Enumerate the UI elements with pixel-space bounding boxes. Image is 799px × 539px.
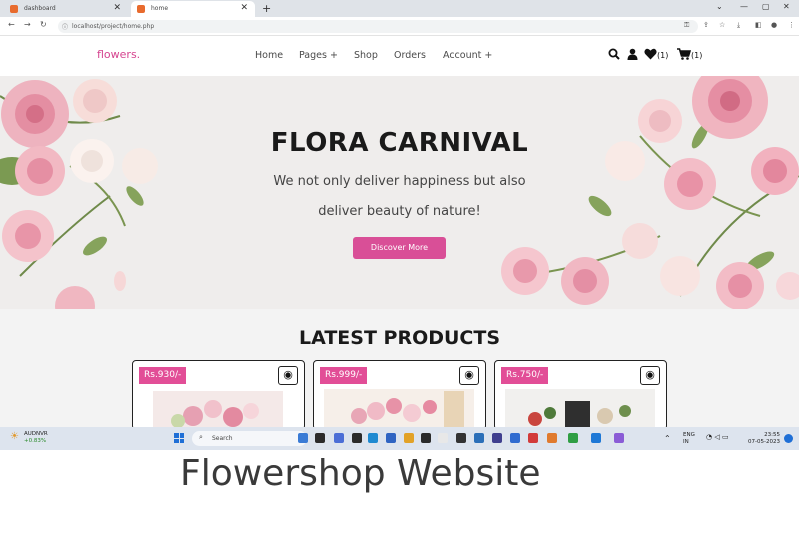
taskbar-app-icon[interactable] bbox=[614, 433, 624, 443]
tab-search-icon[interactable]: ⌄ bbox=[716, 2, 723, 11]
wishlist-count: (1) bbox=[657, 51, 669, 60]
nav-account[interactable]: Account + bbox=[443, 50, 492, 61]
clock-time: 23:55 bbox=[764, 432, 780, 438]
caption-text: Flowershop Website bbox=[180, 453, 541, 494]
browser-tab-bar: dashboard ✕ home ✕ + ⌄ — ▢ ✕ bbox=[0, 0, 799, 17]
share-icon[interactable]: ⇪ bbox=[703, 21, 709, 29]
dropbox-icon[interactable] bbox=[456, 433, 466, 443]
search-icon[interactable] bbox=[608, 48, 620, 63]
close-window-icon[interactable]: ✕ bbox=[783, 2, 790, 11]
maximize-icon[interactable]: ▢ bbox=[762, 2, 770, 11]
search-placeholder: Search bbox=[212, 435, 233, 442]
close-tab-icon[interactable]: ✕ bbox=[240, 3, 248, 13]
latest-products-section: LATEST PRODUCTS Rs.930/- ◉ Rs.999/- ◉ Rs… bbox=[0, 309, 799, 430]
hero-title: FLORA CARNIVAL bbox=[270, 128, 529, 158]
taskbar: ☀ AUDNVR +0.83% ⌕ Search ⌃ ENG IN ◔ ◁ ▭ … bbox=[0, 427, 799, 450]
user-icon[interactable] bbox=[627, 48, 638, 63]
tray-chevron-icon[interactable]: ⌃ bbox=[664, 435, 671, 443]
sidebar-icon[interactable]: ◧ bbox=[755, 21, 762, 29]
taskbar-app-icon[interactable] bbox=[298, 433, 308, 443]
clock[interactable]: 23:55 07-05-2023 bbox=[748, 432, 780, 446]
site-logo[interactable]: flowers. bbox=[97, 48, 140, 61]
nav-shop[interactable]: Shop bbox=[354, 50, 378, 61]
search-icon: ⌕ bbox=[199, 433, 203, 441]
tab-label: home bbox=[151, 5, 169, 12]
hero-subtitle-line-2: deliver beauty of nature! bbox=[318, 204, 481, 219]
widgets-icon[interactable] bbox=[352, 433, 362, 443]
close-tab-icon[interactable]: ✕ bbox=[113, 3, 121, 13]
tab-dashboard[interactable]: dashboard ✕ bbox=[4, 1, 128, 17]
back-icon[interactable]: ← bbox=[8, 20, 15, 29]
nav-pages[interactable]: Pages + bbox=[299, 50, 338, 61]
site-header: flowers. Home Pages + Shop Orders Accoun… bbox=[0, 36, 799, 76]
discover-more-button[interactable]: Discover More bbox=[353, 237, 446, 259]
taskbar-app-icon[interactable] bbox=[474, 433, 484, 443]
taskbar-app-icon[interactable] bbox=[528, 433, 538, 443]
product-card[interactable]: Rs.999/- ◉ bbox=[313, 360, 486, 430]
nav-home[interactable]: Home bbox=[255, 50, 283, 61]
edge-icon[interactable] bbox=[368, 433, 378, 443]
notification-icon[interactable] bbox=[784, 434, 793, 443]
taskbar-app-icon[interactable] bbox=[438, 433, 448, 443]
product-card[interactable]: Rs.750/- ◉ bbox=[494, 360, 667, 430]
chrome-icon[interactable] bbox=[568, 433, 578, 443]
hero-subtitle-line-1: We not only deliver happiness but also bbox=[273, 174, 526, 189]
product-card[interactable]: Rs.930/- ◉ bbox=[132, 360, 305, 430]
favicon-icon bbox=[10, 5, 18, 13]
widget-label: AUDNVR bbox=[24, 431, 48, 437]
price-tag: Rs.999/- bbox=[320, 367, 368, 384]
quick-view-eye-icon[interactable]: ◉ bbox=[640, 366, 660, 385]
quick-view-eye-icon[interactable]: ◉ bbox=[459, 366, 479, 385]
store-icon[interactable] bbox=[421, 433, 431, 443]
widget-value: +0.83% bbox=[24, 438, 47, 444]
profile-icon[interactable]: ● bbox=[771, 21, 777, 29]
download-icon[interactable]: ⤓ bbox=[737, 21, 740, 30]
language-line-2: IN bbox=[683, 439, 689, 445]
price-tag: Rs.930/- bbox=[139, 367, 187, 384]
wishlist-heart-icon[interactable] bbox=[644, 48, 657, 63]
info-icon[interactable]: ⓘ bbox=[62, 22, 68, 31]
vscode-icon[interactable] bbox=[591, 433, 601, 443]
bookmark-star-icon[interactable]: ☆ bbox=[719, 21, 725, 29]
url-field[interactable]: ⓘ localhost/project/home.php bbox=[58, 20, 698, 33]
left-flower-cluster bbox=[0, 79, 158, 309]
favicon-icon bbox=[137, 5, 145, 13]
address-bar: ← → ↻ ⓘ localhost/project/home.php ⚿ ⇪ ☆… bbox=[0, 17, 799, 36]
language-indicator[interactable]: ENG IN bbox=[683, 432, 695, 446]
cart-icon[interactable] bbox=[677, 48, 692, 63]
cart-count: (1) bbox=[691, 51, 703, 60]
taskbar-app-icon[interactable] bbox=[510, 433, 520, 443]
hero-banner: FLORA CARNIVAL We not only deliver happi… bbox=[0, 76, 799, 309]
menu-icon[interactable]: ⋮ bbox=[788, 21, 795, 29]
language-line-1: ENG bbox=[683, 432, 695, 438]
nav-orders[interactable]: Orders bbox=[394, 50, 426, 61]
tab-label: dashboard bbox=[24, 5, 56, 12]
url-text: localhost/project/home.php bbox=[72, 23, 155, 30]
mail-icon[interactable] bbox=[386, 433, 396, 443]
price-tag: Rs.750/- bbox=[501, 367, 549, 384]
section-title: LATEST PRODUCTS bbox=[298, 327, 501, 349]
new-tab-icon[interactable]: + bbox=[262, 2, 271, 15]
settings-icon[interactable] bbox=[492, 433, 502, 443]
windows-start-icon[interactable] bbox=[174, 433, 184, 443]
task-view-icon[interactable] bbox=[315, 433, 325, 443]
clock-date: 07-05-2023 bbox=[748, 439, 780, 445]
minimize-icon[interactable]: — bbox=[740, 2, 748, 11]
forward-icon[interactable]: → bbox=[24, 20, 31, 29]
xampp-icon[interactable] bbox=[547, 433, 557, 443]
tab-home[interactable]: home ✕ bbox=[131, 1, 255, 17]
hero-flowers-image bbox=[0, 76, 799, 309]
reload-icon[interactable]: ↻ bbox=[40, 20, 47, 29]
file-explorer-icon[interactable] bbox=[404, 433, 414, 443]
key-icon[interactable]: ⚿ bbox=[684, 21, 689, 30]
wifi-sound-battery-icon[interactable]: ◔ ◁ ▭ bbox=[706, 434, 729, 441]
taskbar-search[interactable]: ⌕ Search bbox=[192, 431, 307, 446]
weather-icon: ☀ bbox=[10, 431, 19, 442]
chat-icon[interactable] bbox=[334, 433, 344, 443]
right-flower-cluster bbox=[501, 76, 799, 309]
quick-view-eye-icon[interactable]: ◉ bbox=[278, 366, 298, 385]
